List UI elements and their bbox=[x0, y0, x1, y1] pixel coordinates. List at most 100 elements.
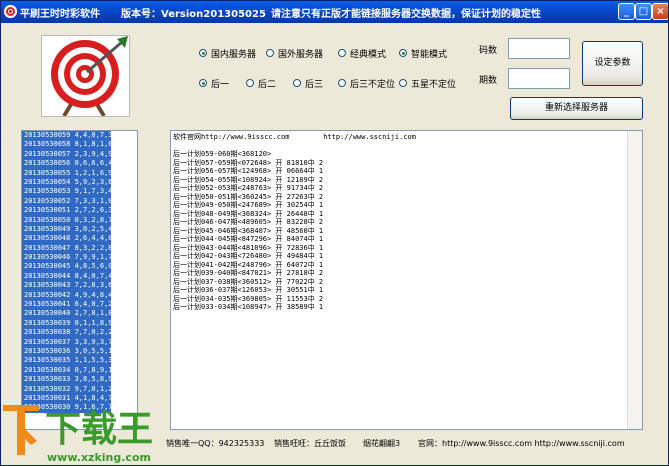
list-item[interactable]: 20130530035 1,1,5,5,3 bbox=[22, 356, 111, 366]
title-bar[interactable]: 平刷王时时彩软件 版本号：Version201305025 请注意只有正版才能链… bbox=[1, 1, 668, 23]
radio-label: 后三 bbox=[305, 79, 324, 90]
list-item[interactable]: 20130530058 8,1,8,1,0 bbox=[22, 140, 111, 150]
radio-dot-icon bbox=[399, 79, 407, 87]
output-line: 后一计划059-060期<368120> bbox=[173, 150, 272, 158]
list-item[interactable]: 20130530032 9,7,0,1,2 bbox=[22, 384, 111, 394]
output-line: 后一计划050-051期<360245> 开 27263中 2 bbox=[173, 192, 324, 201]
radio-label: 国外服务器 bbox=[278, 49, 324, 60]
watermark-text: 下载王 bbox=[45, 409, 153, 450]
period-count-input[interactable] bbox=[508, 68, 570, 89]
list-item[interactable]: 20130530041 6,4,0,7,2 bbox=[22, 300, 111, 310]
notice-text: 请注意只有正版才能链接服务器交换数据，保证计划的稳定性 bbox=[271, 9, 541, 20]
list-item[interactable]: 20130530047 8,3,2,2,8 bbox=[22, 243, 111, 254]
output-line: 后一计划042-043期<726480> 开 49484中 1 bbox=[173, 252, 324, 260]
radio-dot-icon bbox=[199, 49, 207, 57]
radio-foreign-server[interactable]: 国外服务器 bbox=[266, 46, 323, 60]
output-line: 后一计划044-045期<847296> 开 84074中 1 bbox=[173, 235, 324, 243]
list-item[interactable]: 20130530053 9,1,7,3,4 bbox=[22, 187, 111, 197]
list-item[interactable]: 20130530057 2,3,9,4,9 bbox=[22, 149, 111, 160]
output-line: 后一计划054-055期<108924> 开 12189中 2 bbox=[173, 175, 324, 184]
list-item[interactable]: 20130530048 2,6,4,4,8 bbox=[22, 234, 111, 244]
maximize-button[interactable]: □ bbox=[635, 3, 652, 20]
output-line: 后一计划039-040期<847021> 开 27818中 2 bbox=[173, 269, 324, 277]
output-line: 后一计划048-049期<368324> 开 26448中 1 bbox=[173, 209, 324, 218]
radio-label: 国内服务器 bbox=[211, 49, 257, 60]
radio-classic-mode[interactable]: 经典模式 bbox=[338, 46, 386, 60]
xzking-watermark-logo: 下载王 www.xzking.com bbox=[1, 399, 166, 465]
output-line: 后一计划049-050期<247689> 开 30254中 1 bbox=[173, 201, 324, 209]
output-line: 后一计划041-042期<248796> 开 64072中 1 bbox=[173, 260, 324, 269]
list-item[interactable]: 20130530042 4,9,4,8,4 bbox=[22, 290, 111, 301]
list-item[interactable]: 20130530037 3,3,9,3,7 bbox=[22, 337, 111, 347]
output-line: 后一计划045-046期<368407> 开 48560中 1 bbox=[173, 226, 324, 235]
list-item[interactable]: 20130530050 0,3,2,8,7 bbox=[22, 215, 111, 225]
code-count-input[interactable] bbox=[508, 38, 570, 59]
list-item[interactable]: 20130530052 7,3,3,1,0 bbox=[22, 196, 111, 207]
list-item[interactable]: 20130530055 1,2,1,6,9 bbox=[22, 168, 111, 178]
draw-history-list[interactable]: 20130530059 4,4,0,7,3 20130530058 8,1,8,1… bbox=[21, 130, 138, 430]
radio-label: 后一 bbox=[211, 79, 230, 90]
plan-output-textarea[interactable]: 软件官网http://www.9isscc.com http://www.ssc… bbox=[170, 130, 643, 430]
radio-label: 智能模式 bbox=[411, 49, 448, 60]
list-item[interactable]: 20130530034 0,7,8,9,1 bbox=[22, 365, 111, 376]
radio-last-three[interactable]: 后三 bbox=[293, 76, 323, 90]
radio-label: 后二 bbox=[258, 79, 277, 90]
list-item[interactable]: 20130530054 5,9,2,3,6 bbox=[22, 177, 111, 188]
output-line: 后一计划046-047期<489605> 开 83228中 2 bbox=[173, 218, 324, 226]
radio-dot-icon bbox=[338, 49, 346, 57]
radio-label: 经典模式 bbox=[350, 49, 387, 60]
close-button[interactable]: × bbox=[652, 3, 668, 20]
list-item[interactable]: 20130530036 3,0,5,5,1 bbox=[22, 346, 111, 357]
output-line: 后一计划056-057期<124968> 开 06664中 1 bbox=[173, 167, 324, 175]
list-item[interactable]: 20130530044 8,4,0,7,4 bbox=[22, 271, 111, 282]
output-line: 后一计划043-044期<481096> 开 72836中 1 bbox=[173, 243, 324, 252]
radio-last-one[interactable]: 后一 bbox=[199, 76, 229, 90]
radio-dot-icon bbox=[293, 79, 301, 87]
radio-dot-icon bbox=[399, 49, 407, 57]
footer-site-link[interactable]: 官网：http://www.9isscc.com http://www.sscn… bbox=[418, 438, 625, 449]
list-item[interactable]: 20130530056 0,6,6,6,4 bbox=[22, 159, 111, 169]
minimize-button[interactable]: _ bbox=[618, 3, 635, 20]
output-line: 后一计划033-034期<108947> 开 38589中 1 bbox=[173, 303, 324, 311]
list-item[interactable]: 20130530059 4,4,0,7,3 bbox=[22, 131, 111, 141]
watermark-url: www.xzking.com bbox=[47, 451, 151, 464]
output-line: 后一计划037-038期<360512> 开 77022中 2 bbox=[173, 277, 324, 286]
reselect-server-button[interactable]: 重新选择服务器 bbox=[510, 97, 643, 120]
radio-dot-icon bbox=[338, 79, 346, 87]
radio-five-star-unfixed[interactable]: 五星不定位 bbox=[399, 76, 456, 90]
footer-qq: 销售唯一QQ：942325333 bbox=[166, 439, 265, 448]
radio-dot-icon bbox=[266, 49, 274, 57]
output-line: 后一计划057-059期<072648> 开 81810中 2 bbox=[173, 158, 324, 167]
list-item[interactable]: 20130530045 4,8,5,6,0 bbox=[22, 262, 111, 272]
radio-dot-icon bbox=[199, 79, 207, 87]
version-label: 版本号：Version201305025 bbox=[121, 9, 266, 20]
list-item[interactable]: 20130530043 7,2,8,3,6 bbox=[22, 281, 111, 291]
list-item[interactable]: 20130530051 2,7,2,6,3 bbox=[22, 206, 111, 216]
main-window: 平刷王时时彩软件 版本号：Version201305025 请注意只有正版才能链… bbox=[0, 0, 669, 466]
list-item[interactable]: 20130530049 3,0,2,5,4 bbox=[22, 224, 111, 235]
footer-yanhua: 烟花翩翩3 bbox=[363, 439, 401, 448]
list-item[interactable]: 20130530046 7,9,9,1,7 bbox=[22, 253, 111, 263]
list-item[interactable]: 20130530039 0,1,1,8,9 bbox=[22, 318, 111, 329]
set-params-button[interactable]: 设定参数 bbox=[582, 41, 643, 86]
radio-domestic-server[interactable]: 国内服务器 bbox=[199, 46, 256, 60]
radio-label: 五星不定位 bbox=[411, 79, 457, 90]
footer-wangwang: 销售旺旺：丘丘饭饭 bbox=[274, 439, 346, 448]
output-line: 后一计划036-037期<126053> 开 30551中 1 bbox=[173, 286, 324, 294]
list-item[interactable]: 20130530040 2,7,8,1,8 bbox=[22, 309, 111, 319]
radio-last-three-unfixed[interactable]: 后三不定位 bbox=[338, 76, 395, 90]
period-count-label: 期数 bbox=[479, 76, 498, 86]
radio-dot-icon bbox=[246, 79, 254, 87]
list-item[interactable]: 20130530033 3,8,5,8,9 bbox=[22, 375, 111, 385]
output-line: 软件官网http://www.9isscc.com http://www.ssc… bbox=[173, 133, 416, 141]
output-line: 后一计划052-053期<248763> 开 91734中 2 bbox=[173, 184, 324, 192]
radio-last-two[interactable]: 后二 bbox=[246, 76, 276, 90]
code-count-label: 码数 bbox=[479, 46, 498, 56]
vertical-scrollbar[interactable] bbox=[627, 131, 642, 429]
list-item[interactable]: 20130530038 7,7,0,2,2 bbox=[22, 328, 111, 338]
target-logo-icon bbox=[41, 35, 130, 117]
radio-label: 后三不定位 bbox=[350, 79, 396, 90]
output-line: 后一计划034-035期<369805> 开 11553中 2 bbox=[173, 294, 324, 303]
radio-smart-mode[interactable]: 智能模式 bbox=[399, 46, 447, 60]
